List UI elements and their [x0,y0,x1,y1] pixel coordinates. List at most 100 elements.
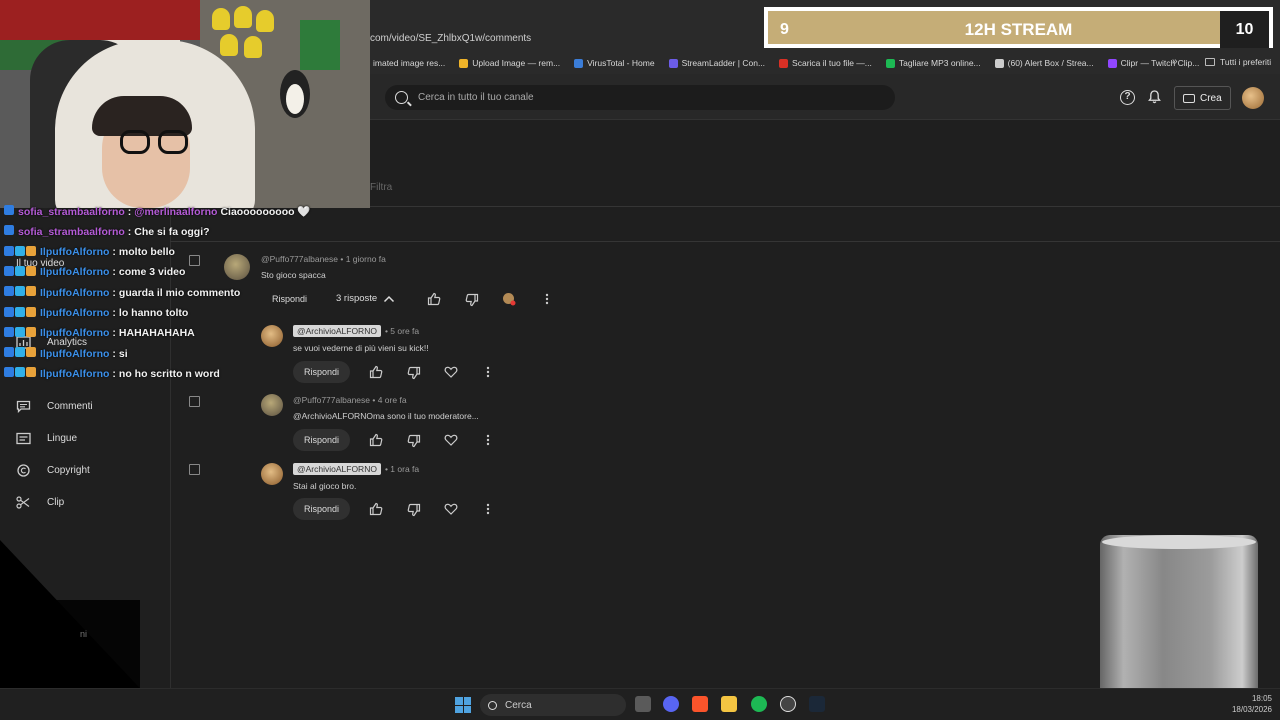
heart-icon [444,366,458,378]
sidebar-item-copyright[interactable]: Copyright [16,464,90,477]
heart-button[interactable] [444,433,458,447]
dislike-button[interactable] [407,366,421,380]
chat-username[interactable]: IlpuffoAlforno [40,348,109,360]
author-name: @Puffo777albanese [261,254,339,264]
chat-text: Ciaooooooooo 🤍 [220,206,311,218]
obs-icon[interactable] [780,696,796,712]
chat-username[interactable]: IlpuffoAlforno [40,287,109,299]
more-actions-button[interactable] [481,502,495,516]
chat-username[interactable]: sofia_strambaalforno [18,206,125,218]
search-icon [488,700,497,710]
like-button[interactable] [369,433,383,447]
chat-username[interactable]: IlpuffoAlforno [40,246,109,258]
channel-search-input[interactable]: Cerca in tutto il tuo canale [385,85,895,110]
system-clock[interactable]: 18:05 18/03/2026 [1232,693,1272,715]
comment-time: 5 ore fa [390,326,420,336]
chat-message: IlpuffoAlforno : lo hanno tolto [4,306,189,320]
chat-text: come 3 video [118,266,186,279]
bookmark-label: Upload Image — rem... [472,58,561,68]
video-camera-icon [1183,93,1195,103]
brave-browser-icon[interactable] [692,696,708,712]
chat-separator: : [112,347,116,360]
bookmark-item[interactable]: Tagliare MP3 online... [885,58,981,68]
search-icon [395,91,408,104]
creator-heart-avatar[interactable] [502,292,516,306]
sidebar-item-comments[interactable]: Commenti [16,400,93,413]
reply-button[interactable]: Rispondi [293,498,351,520]
heart-button[interactable] [444,365,458,379]
comment-select-checkbox[interactable] [189,396,200,407]
bookmark-item[interactable]: Clipr — Twitch Clip... [1107,58,1199,68]
toggle-replies-button[interactable]: 3 risposte [336,293,395,304]
replies-count: 3 risposte [336,293,378,304]
sidebar-item-clip[interactable]: Clip [16,496,64,509]
comment-author[interactable]: @Puffo777albanese • 4 ore fa [293,395,407,405]
dislike-button[interactable] [465,293,479,307]
reply-button[interactable]: Rispondi [293,361,351,383]
filter-label[interactable]: Filtra [370,182,392,193]
chat-username[interactable]: IlpuffoAlforno [40,327,109,339]
dislike-button[interactable] [407,503,421,517]
like-button[interactable] [427,292,441,306]
comment-author[interactable]: @Puffo777albanese • 1 giorno fa [261,254,386,264]
chat-username[interactable]: IlpuffoAlforno [40,307,109,319]
spotify-icon[interactable] [751,696,767,712]
comment-author[interactable]: @ArchivioALFORNO • 1 ora fa [293,463,419,475]
notifications-bell-icon[interactable] [1148,90,1161,104]
chat-badges-icon [4,265,37,279]
chat-username[interactable]: IlpuffoAlforno [40,266,109,278]
bookmark-item[interactable]: VirusTotal - Home [574,58,655,68]
bookmark-item[interactable]: (60) Alert Box / Strea... [994,58,1094,68]
sidebar-item-languages[interactable]: Lingue [16,432,77,445]
avatar [261,394,283,416]
bookmark-item[interactable]: StreamLadder | Con... [668,58,765,68]
thumbs-down-icon [465,293,479,307]
chat-badges-icon [4,347,37,360]
like-button[interactable] [369,502,383,516]
bookmark-favicon-icon [574,58,584,68]
chat-text: HAHAHAHAHA [118,327,195,340]
comment-author[interactable]: @ArchivioALFORNO • 5 ore fa [293,325,420,337]
counter-goal: 10 [1220,11,1269,48]
bookmark-label: (60) Alert Box / Strea... [1007,58,1094,68]
chat-message: IlpuffoAlforno : molto bello [4,245,175,259]
more-actions-button[interactable] [481,433,495,447]
more-vertical-icon [486,503,490,515]
taskbar-search[interactable]: Cerca [480,694,626,716]
bookmark-item[interactable]: Upload Image — rem... [459,58,560,68]
chat-message: IlpuffoAlforno : no ho scritto n word [4,367,220,380]
bookmarks-more-button[interactable]: » [1172,56,1178,67]
comment-select-checkbox[interactable] [189,464,200,475]
heart-button[interactable] [444,502,458,516]
create-button[interactable]: Crea [1174,86,1231,110]
help-icon[interactable]: ? [1120,90,1135,105]
dislike-button[interactable] [407,434,421,448]
file-explorer-icon[interactable] [721,696,737,712]
more-actions-button[interactable] [481,365,495,379]
account-avatar[interactable] [1242,87,1264,109]
bookmark-item[interactable]: imated image res... [360,58,445,68]
discord-icon[interactable] [663,696,679,712]
all-bookmarks-folder[interactable]: Tutti i preferiti [1205,57,1271,67]
minion-figure [234,6,252,28]
more-vertical-icon [545,293,549,305]
chat-username[interactable]: sofia_strambaalforno [18,226,125,238]
bookmark-favicon-icon [779,58,789,68]
chat-username[interactable]: IlpuffoAlforno [40,368,109,380]
chat-text: no ho scritto n word [118,367,220,380]
bookmark-favicon-icon [668,58,678,68]
start-button[interactable] [455,697,471,713]
more-actions-button[interactable] [540,292,554,306]
steam-icon[interactable] [809,696,825,712]
bookmark-item[interactable]: Scarica il tuo file —... [779,58,872,68]
chat-message: IlpuffoAlforno : HAHAHAHAHA [4,326,195,340]
chat-text: guarda il mio commento [118,286,241,299]
task-view-icon[interactable] [635,696,651,712]
reply-button[interactable]: Rispondi [293,429,351,451]
comment-select-checkbox[interactable] [189,255,200,266]
chat-text: lo hanno tolto [118,307,189,319]
chat-mention[interactable]: @merlinaalforno [134,206,217,218]
like-button[interactable] [369,365,383,379]
address-bar[interactable]: com/video/SE_ZhlbxQ1w/comments [370,33,531,44]
reply-button[interactable]: Rispondi [261,288,318,310]
